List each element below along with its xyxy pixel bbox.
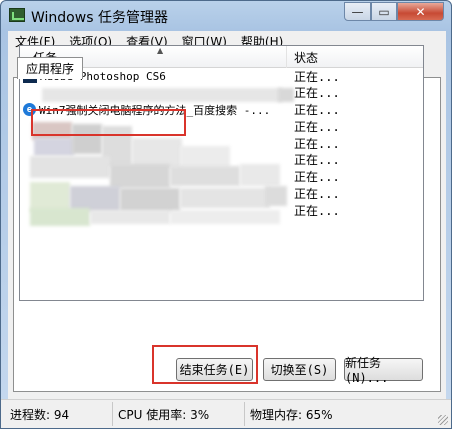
status-memory: 物理内存: 65% xyxy=(250,407,333,422)
sort-ascending-icon: ▲ xyxy=(157,46,164,55)
task-status: 正在... xyxy=(294,69,340,84)
task-status: 正在... xyxy=(294,153,340,168)
maximize-button[interactable]: ▭ xyxy=(371,2,397,21)
title-bar[interactable]: Windows 任务管理器 — ▭ ✕ xyxy=(1,1,451,31)
task-list[interactable]: ▲ 任务 状态 Ps Adobe Photoshop CS6 正在... 正在.… xyxy=(19,45,424,301)
tab-applications[interactable]: 应用程序 xyxy=(17,57,84,79)
status-processes: 进程数: 94 xyxy=(7,402,113,426)
column-header-status[interactable]: 状态 xyxy=(288,46,423,68)
task-status: 正在... xyxy=(294,86,340,101)
task-status: 正在... xyxy=(294,119,340,134)
highlight-button-annotation xyxy=(152,345,258,384)
status-bar: 进程数: 94 CPU 使用率: 3% 物理内存: 65% xyxy=(1,399,451,428)
task-status: 正在... xyxy=(294,136,340,151)
task-status: 正在... xyxy=(294,187,340,202)
switch-to-button[interactable]: 切换至(S) xyxy=(263,358,336,381)
highlight-task-annotation xyxy=(31,109,186,136)
new-task-button[interactable]: 新任务(N)... xyxy=(344,356,423,385)
resize-grip-icon[interactable] xyxy=(438,415,448,425)
task-manager-icon xyxy=(9,8,25,22)
close-button[interactable]: ✕ xyxy=(397,2,444,21)
task-status: 正在... xyxy=(294,203,340,218)
status-cpu: CPU 使用率: 3% xyxy=(115,402,245,426)
task-status: 正在... xyxy=(294,103,340,118)
task-manager-window: Windows 任务管理器 — ▭ ✕ 文件(F) 选项(O) 查看(V) 窗口… xyxy=(0,0,452,429)
column-label-status: 状态 xyxy=(294,50,319,65)
window-title: Windows 任务管理器 xyxy=(31,10,168,26)
task-status: 正在... xyxy=(294,170,340,185)
minimize-button[interactable]: — xyxy=(344,2,371,21)
